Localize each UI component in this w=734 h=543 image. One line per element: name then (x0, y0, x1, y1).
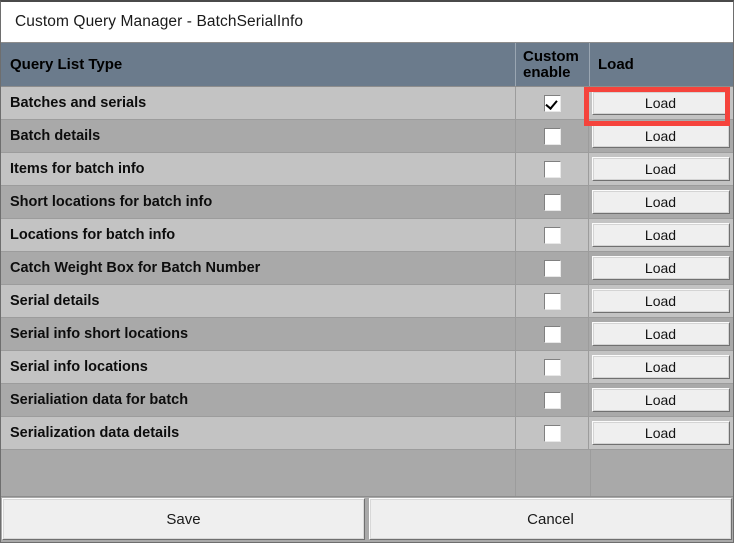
custom-enable-cell (515, 384, 589, 416)
custom-enable-checkbox[interactable] (543, 226, 561, 244)
load-cell: Load (589, 87, 733, 119)
load-button[interactable]: Load (591, 124, 730, 148)
load-cell: Load (589, 318, 733, 350)
column-header-query-list-type[interactable]: Query List Type (1, 43, 515, 86)
custom-enable-checkbox[interactable] (543, 424, 561, 442)
column-header-load[interactable]: Load (589, 43, 733, 86)
grid-body: Batches and serials Load Batch details Load… (1, 87, 733, 450)
custom-enable-cell (515, 120, 589, 152)
load-cell: Load (589, 384, 733, 416)
table-row[interactable]: Locations for batch info Load (1, 219, 733, 252)
cancel-button[interactable]: Cancel (369, 498, 732, 540)
load-button[interactable]: Load (591, 223, 730, 247)
load-button[interactable]: Load (591, 256, 730, 280)
custom-enable-checkbox[interactable] (543, 127, 561, 145)
query-list-type-cell: Serial details (10, 293, 100, 309)
custom-enable-checkbox[interactable] (543, 94, 561, 112)
table-row[interactable]: Serial info short locations Load (1, 318, 733, 351)
custom-enable-cell (515, 219, 589, 251)
load-button[interactable]: Load (591, 421, 730, 445)
load-button[interactable]: Load (591, 322, 730, 346)
query-list-type-cell: Serial info short locations (10, 326, 189, 342)
load-button[interactable]: Load (591, 91, 730, 115)
load-button[interactable]: Load (591, 388, 730, 412)
custom-enable-cell (515, 87, 589, 119)
load-button[interactable]: Load (591, 355, 730, 379)
custom-enable-checkbox[interactable] (543, 259, 561, 277)
load-cell: Load (589, 219, 733, 251)
table-row[interactable]: Short locations for batch info Load (1, 186, 733, 219)
custom-enable-checkbox[interactable] (543, 325, 561, 343)
load-cell: Load (589, 186, 733, 218)
custom-enable-line2: enable (523, 63, 571, 81)
column-header-custom-enable[interactable]: Custom enable (515, 43, 589, 86)
filler-load-cell (591, 450, 733, 496)
load-cell: Load (589, 120, 733, 152)
titlebar: Custom Query Manager - BatchSerialInfo (1, 2, 733, 42)
custom-enable-cell (515, 186, 589, 218)
load-button[interactable]: Load (591, 157, 730, 181)
custom-enable-checkbox[interactable] (543, 292, 561, 310)
load-button[interactable]: Load (591, 289, 730, 313)
load-button[interactable]: Load (591, 190, 730, 214)
table-row[interactable]: Serialiation data for batch Load (1, 384, 733, 417)
custom-enable-cell (515, 252, 589, 284)
load-cell: Load (589, 153, 733, 185)
grid-filler-row (1, 450, 733, 497)
table-row[interactable]: Batch details Load (1, 120, 733, 153)
query-list-type-cell: Items for batch info (10, 161, 145, 177)
load-cell: Load (589, 351, 733, 383)
query-list-type-cell: Serial info locations (10, 359, 148, 375)
filler-check-cell (515, 450, 591, 496)
window-title: Custom Query Manager - BatchSerialInfo (15, 13, 304, 30)
custom-enable-cell (515, 285, 589, 317)
load-cell: Load (589, 285, 733, 317)
table-row[interactable]: Serial details Load (1, 285, 733, 318)
query-list-grid: Query List Type Custom enable Load Batch… (1, 42, 733, 497)
load-cell: Load (589, 252, 733, 284)
table-row[interactable]: Catch Weight Box for Batch Number Load (1, 252, 733, 285)
custom-enable-cell (515, 417, 589, 449)
table-row[interactable]: Serialization data details Load (1, 417, 733, 450)
table-row[interactable]: Serial info locations Load (1, 351, 733, 384)
query-list-type-cell: Locations for batch info (10, 227, 176, 243)
query-list-type-cell: Serialization data details (10, 425, 180, 441)
query-list-type-cell: Batch details (10, 128, 101, 144)
query-list-type-cell: Short locations for batch info (10, 194, 213, 210)
filler-name-cell (1, 450, 515, 496)
query-list-type-cell: Batches and serials (10, 95, 147, 111)
custom-query-manager-window: Custom Query Manager - BatchSerialInfo Q… (0, 0, 734, 543)
table-row[interactable]: Items for batch info Load (1, 153, 733, 186)
custom-enable-cell (515, 318, 589, 350)
custom-enable-checkbox[interactable] (543, 391, 561, 409)
save-button[interactable]: Save (2, 498, 365, 540)
grid-header-row: Query List Type Custom enable Load (1, 43, 733, 87)
custom-enable-checkbox[interactable] (543, 193, 561, 211)
footer-button-bar: Save Cancel (1, 497, 733, 542)
table-row[interactable]: Batches and serials Load (1, 87, 733, 120)
load-cell: Load (589, 417, 733, 449)
custom-enable-checkbox[interactable] (543, 358, 561, 376)
custom-enable-checkbox[interactable] (543, 160, 561, 178)
column-header-custom-enable-text: Custom enable (523, 49, 579, 80)
custom-enable-cell (515, 351, 589, 383)
custom-enable-cell (515, 153, 589, 185)
query-list-type-cell: Catch Weight Box for Batch Number (10, 260, 261, 276)
query-list-type-cell: Serialiation data for batch (10, 392, 189, 408)
